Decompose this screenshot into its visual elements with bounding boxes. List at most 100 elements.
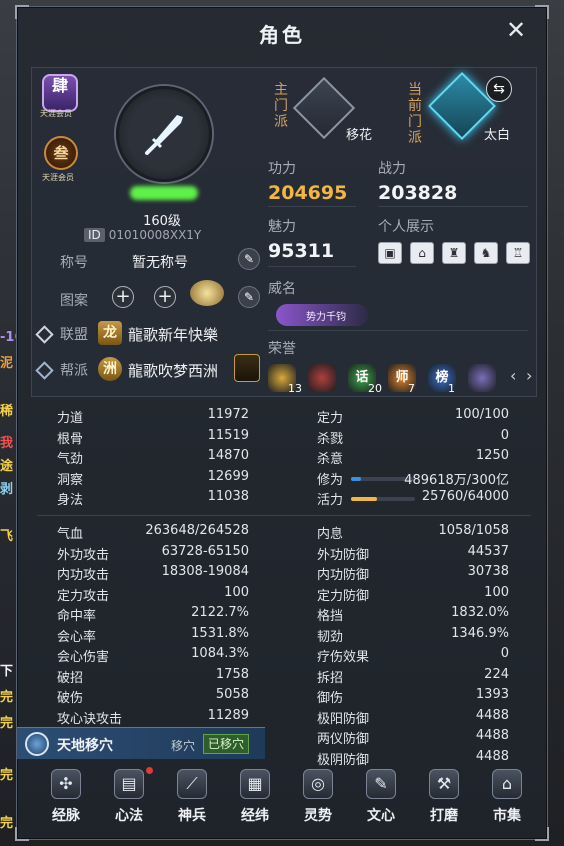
character-panel: 角色 ✕ 肆 天涯会员 叁 天涯会员 160级 ID 01010008XX1Y 称… (15, 5, 549, 841)
attribute-label: 疗伤效果 (317, 650, 370, 665)
attribute-row: 杀意 1250 (317, 448, 509, 468)
attribute-value: 224 (484, 666, 509, 682)
meridian-icon: ✣ (51, 769, 81, 799)
attribute-label: 破招 (57, 670, 84, 686)
attribute-label: 外功防御 (317, 547, 370, 563)
divider (268, 266, 356, 267)
attribute-value: 44537 (467, 543, 509, 559)
attribute-value: 11972 (207, 407, 249, 422)
attribute-label: 内息 (317, 527, 344, 542)
guild-name[interactable]: 龍歌吹梦西洲 (128, 360, 218, 381)
sword-icon (145, 115, 183, 155)
current-sect-name: 太白 (484, 128, 511, 143)
attribute-row: 内功攻击 18308-19084 (57, 564, 249, 584)
attribute-row: 命中率 2122.7% (57, 605, 249, 625)
shift-status-button[interactable]: 已移穴 (203, 734, 250, 754)
attribute-label: 两仪防御 (317, 732, 370, 747)
plus-icon: + (115, 286, 131, 307)
weiming-badge[interactable]: 势力千钧 (276, 304, 368, 326)
eye-icon (35, 361, 54, 380)
attribute-label: 定力防御 (317, 588, 370, 604)
guild-emblem: 洲 (98, 357, 122, 381)
attribute-value: 1058/1058 (438, 523, 509, 538)
attribute-value: 1758 (215, 666, 249, 682)
attribute-row: 活力 25760/64000 (317, 489, 509, 509)
house-icon[interactable]: ⌂ (410, 242, 434, 264)
attribute-row: 定力攻击 100 (57, 585, 249, 605)
bg-chat-fragment: 完 (0, 816, 14, 831)
attribute-row: 会心率 1531.8% (57, 626, 249, 646)
attribute-row: 杀戮 0 (317, 428, 509, 448)
attribute-label: 定力攻击 (57, 588, 110, 604)
attribute-label: 杀戮 (317, 431, 344, 447)
attribute-label: 命中率 (57, 609, 97, 624)
attribute-row: 两仪防御 4488 (317, 728, 509, 748)
vip-badge-caption: 天涯会员 (40, 109, 72, 118)
add-emblem-button[interactable]: + (112, 286, 134, 308)
attribute-label: 修为 (317, 472, 344, 488)
divider (378, 206, 528, 207)
diamond-icon (35, 325, 54, 344)
honor-count: 13 (288, 382, 302, 395)
emblem-dragon-icon[interactable] (190, 280, 224, 306)
attribute-label: 破伤 (57, 691, 84, 706)
alliance-name[interactable]: 龍歌新年快樂 (128, 324, 218, 345)
avatar[interactable] (116, 86, 212, 182)
nav-label: 市集 (493, 808, 521, 824)
gongli-label: 功力 (268, 161, 296, 177)
main-sect-label: 主门派 (274, 82, 288, 130)
attribute-label: 活力 (317, 493, 344, 508)
add-emblem-button[interactable]: + (154, 286, 176, 308)
id-card-icon[interactable]: ▣ (378, 242, 402, 264)
chevron-right-icon[interactable]: › (526, 366, 532, 385)
attribute-label: 身法 (57, 493, 84, 508)
switch-sect-button[interactable]: ⇆ (486, 76, 512, 102)
nav-item-神兵[interactable]: ⟋ 神兵 (163, 765, 221, 835)
show-label: 个人展示 (378, 219, 434, 235)
edit-emblem-button[interactable]: ✎ (238, 286, 260, 308)
attribute-value: 14870 (207, 448, 249, 463)
nav-item-心法[interactable]: ▤ 心法 (100, 765, 158, 835)
mount-icon[interactable]: ♞ (474, 242, 498, 264)
edit-title-button[interactable]: ✎ (238, 248, 260, 270)
swirl-icon (25, 732, 49, 756)
notification-dot (146, 767, 153, 774)
attribute-value: 11519 (207, 427, 249, 443)
attribute-value: 1832.0% (451, 605, 509, 620)
attribute-row: 修为 489618万/300亿 (317, 469, 509, 489)
attribute-label: 韧劲 (317, 629, 344, 645)
attribute-value: 1250 (475, 448, 509, 463)
nav-item-打磨[interactable]: ⚒ 打磨 (415, 765, 473, 835)
chest-icon[interactable] (308, 364, 336, 392)
nav-item-文心[interactable]: ✎ 文心 (352, 765, 410, 835)
swirl-icon: ◎ (303, 769, 333, 799)
guild-label: 帮派 (60, 363, 88, 379)
attribute-row: 内息 1058/1058 (317, 523, 509, 543)
attribute-value: 25760/64000 (421, 489, 509, 504)
nav-item-灵势[interactable]: ◎ 灵势 (289, 765, 347, 835)
chevron-left-icon[interactable]: ‹ (510, 366, 516, 385)
member-seal-badge[interactable]: 叁 (44, 136, 78, 170)
nav-item-经脉[interactable]: ✣ 经脉 (37, 765, 95, 835)
bg-chat-fragment: 我 (0, 436, 14, 451)
nav-item-经纬[interactable]: ▦ 经纬 (226, 765, 284, 835)
medal-icon[interactable] (468, 364, 496, 392)
close-button[interactable]: ✕ (503, 17, 529, 43)
attribute-row: 疗伤效果 0 (317, 646, 509, 666)
divider (268, 330, 528, 331)
attribute-value: 30738 (467, 564, 509, 579)
attribute-value: 1393 (475, 687, 509, 702)
guild-banner-icon[interactable] (234, 354, 260, 382)
nav-item-市集[interactable]: ⌂ 市集 (478, 765, 536, 835)
character-id: ID 01010008XX1Y (84, 228, 201, 242)
palace-icon[interactable]: ♜ (442, 242, 466, 264)
attribute-label: 极阳防御 (317, 711, 370, 727)
grid-icon: ▦ (240, 769, 270, 799)
attribute-value: 100/100 (454, 407, 509, 422)
meridian-shift-bar[interactable]: 天地移穴 移穴 已移穴 (17, 727, 265, 759)
robe-icon[interactable]: ♖ (506, 242, 530, 264)
bottom-nav: ✣ 经脉 ▤ 心法 ⟋ 神兵 ▦ 经纬 ◎ 灵势 ✎ 文心 ⚒ 打磨 ⌂ 市集 (17, 765, 549, 837)
vip-badge[interactable]: 肆 (42, 74, 78, 112)
attribute-row: 会心伤害 1084.3% (57, 646, 249, 666)
character-name-redacted (130, 186, 198, 200)
